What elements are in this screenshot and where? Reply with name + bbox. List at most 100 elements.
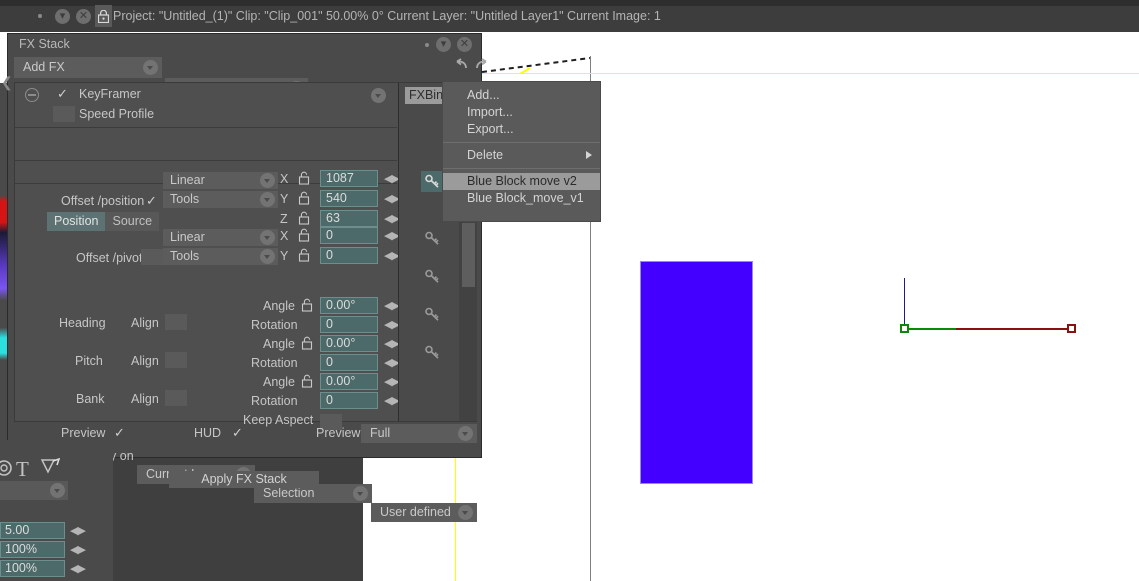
- pitch-align-toggle[interactable]: [165, 352, 187, 368]
- spinner-pitch-rotation[interactable]: ◀▶: [384, 356, 400, 369]
- lock-icon[interactable]: [301, 374, 314, 388]
- spinner-z[interactable]: ◀▶: [384, 212, 400, 225]
- chevron-down-icon: [143, 60, 158, 75]
- opacity-value-input[interactable]: 100%: [0, 541, 65, 558]
- menu-item-export[interactable]: Export...: [443, 121, 600, 138]
- fx-close-icon[interactable]: ✕: [457, 37, 472, 52]
- lock-icon[interactable]: [298, 248, 311, 262]
- separator: [15, 160, 397, 161]
- bank-angle-input[interactable]: 0.00°: [320, 373, 378, 390]
- spinner-density[interactable]: ◀▶: [70, 562, 86, 575]
- offset-position-x-input[interactable]: 1087: [320, 170, 378, 187]
- spinner-heading-rotation[interactable]: ◀▶: [384, 318, 400, 331]
- menu-item-delete-label: Delete: [467, 148, 504, 162]
- hud-label: HUD: [194, 426, 222, 440]
- undo-icon[interactable]: [454, 57, 471, 78]
- tab-position[interactable]: Position: [47, 212, 106, 231]
- fx-minimize-chevron-icon[interactable]: ▾: [436, 37, 451, 52]
- pivot-handle-green[interactable]: [900, 324, 909, 333]
- heading-align-toggle[interactable]: [165, 314, 187, 330]
- submenu-arrow-icon: [586, 151, 592, 159]
- menu-item-import[interactable]: Import...: [443, 104, 600, 121]
- spinner-heading-angle[interactable]: ◀▶: [384, 299, 400, 312]
- fx-stack-window[interactable]: ❮ FX Stack ▾ ✕ Add FX Options Preset: [1, 33, 487, 522]
- end-handle-red[interactable]: [1067, 324, 1076, 333]
- offset-pivot-toggle[interactable]: [141, 249, 163, 265]
- apply-user-dropdown[interactable]: User defined: [371, 503, 477, 522]
- offset-position-interp-dropdown[interactable]: Linear: [163, 172, 278, 189]
- chevron-down-icon: [260, 192, 275, 207]
- spinner-opacity[interactable]: ◀▶: [70, 543, 86, 556]
- lock-icon[interactable]: [301, 336, 314, 350]
- heading-angle-input[interactable]: 0.00°: [320, 297, 378, 314]
- menu-item-blue-block-move-v2[interactable]: Blue Block move v2: [443, 173, 600, 190]
- bank-rotation-input[interactable]: 0: [320, 392, 378, 409]
- chevron-down-icon: [458, 426, 473, 441]
- keyframe-icon-heading[interactable]: [421, 266, 444, 287]
- menu-item-add[interactable]: Add...: [443, 87, 600, 104]
- heading-rotation-input[interactable]: 0: [320, 316, 378, 333]
- menu-item-blue-block-move-v1[interactable]: Blue Block_move_v1: [443, 190, 600, 207]
- panel-collapse-arrow-icon[interactable]: ❮: [1, 74, 13, 104]
- blue-block-layer[interactable]: [640, 261, 753, 484]
- offset-position-z-input[interactable]: 63: [320, 210, 378, 227]
- preview-check-left[interactable]: ✓: [114, 425, 125, 441]
- speed-profile-toggle[interactable]: [53, 106, 75, 122]
- spinner-scale[interactable]: ◀▶: [70, 524, 86, 537]
- spinner-pivot-y[interactable]: ◀▶: [384, 249, 400, 262]
- offset-pivot-tools-dropdown[interactable]: Tools: [163, 248, 278, 265]
- spinner-x[interactable]: ◀▶: [384, 172, 400, 185]
- tab-source[interactable]: Source: [105, 212, 160, 231]
- offset-position-tools-dropdown[interactable]: Tools: [163, 191, 278, 208]
- circle-icon[interactable]: [0, 458, 16, 481]
- preset-context-menu[interactable]: Add... Import... Export... Delete Blue B…: [442, 81, 601, 222]
- spinner-pivot-x[interactable]: ◀▶: [384, 229, 400, 242]
- keyframe-icon-position[interactable]: [421, 171, 444, 192]
- offset-pivot-x-input[interactable]: 0: [320, 227, 378, 244]
- redo-icon[interactable]: [472, 57, 489, 78]
- bank-align-toggle[interactable]: [165, 390, 187, 406]
- lock-icon[interactable]: [298, 171, 311, 185]
- menu-item-delete[interactable]: Delete: [443, 147, 600, 164]
- preview-quality-dropdown[interactable]: Full: [361, 424, 477, 443]
- scrollbar-thumb[interactable]: [462, 223, 475, 287]
- offset-pivot-y-input[interactable]: 0: [320, 247, 378, 264]
- spinner-bank-angle[interactable]: ◀▶: [384, 375, 400, 388]
- keyframe-icon-bank[interactable]: [421, 342, 444, 363]
- lock-icon[interactable]: [298, 211, 311, 225]
- offset-pivot-interp-value: Linear: [170, 230, 205, 244]
- lock-icon[interactable]: [298, 228, 311, 242]
- statusbar-close-icon[interactable]: ✕: [76, 9, 91, 24]
- offset-position-tools-value: Tools: [170, 192, 200, 206]
- keyframe-icon-pivot[interactable]: [421, 228, 444, 249]
- scale-value-input[interactable]: 5.00: [0, 522, 65, 539]
- spinner-bank-rotation[interactable]: ◀▶: [384, 394, 400, 407]
- text-tool-icon[interactable]: T: [16, 457, 29, 482]
- lower-left-dropdown[interactable]: [0, 481, 68, 500]
- spinner-y[interactable]: ◀▶: [384, 192, 400, 205]
- lock-icon[interactable]: [301, 298, 314, 312]
- offset-position-check[interactable]: ✓: [146, 193, 157, 209]
- keyframer-chevron-icon[interactable]: [371, 88, 386, 103]
- lock-icon[interactable]: [95, 5, 112, 27]
- add-fx-dropdown[interactable]: Add FX: [14, 57, 162, 78]
- offset-pivot-interp-dropdown[interactable]: Linear: [163, 229, 278, 246]
- density-value-input[interactable]: 100%: [0, 560, 65, 577]
- pen-tool-icon[interactable]: [40, 457, 62, 481]
- offset-position-y-input[interactable]: 540: [320, 190, 378, 207]
- left-lower-strip: [0, 440, 113, 456]
- separator: [15, 127, 397, 128]
- keyframer-enable-check[interactable]: ✓: [57, 86, 68, 102]
- lock-icon[interactable]: [298, 191, 311, 205]
- collapse-minus-icon[interactable]: [25, 88, 39, 102]
- lower-left-row: 100% ◀▶: [0, 560, 113, 578]
- hud-check[interactable]: ✓: [232, 425, 243, 441]
- apply-fx-stack-button[interactable]: Apply FX Stack: [169, 471, 319, 488]
- spinner-pitch-angle[interactable]: ◀▶: [384, 337, 400, 350]
- fx-stack-titlebar[interactable]: FX Stack ▾ ✕: [8, 34, 481, 55]
- offset-position-label: Offset /position: [61, 194, 145, 208]
- keyframe-icon-pitch[interactable]: [421, 304, 444, 325]
- pitch-rotation-input[interactable]: 0: [320, 354, 378, 371]
- pitch-angle-input[interactable]: 0.00°: [320, 335, 378, 352]
- statusbar-chevron-down-icon[interactable]: ▾: [55, 9, 70, 24]
